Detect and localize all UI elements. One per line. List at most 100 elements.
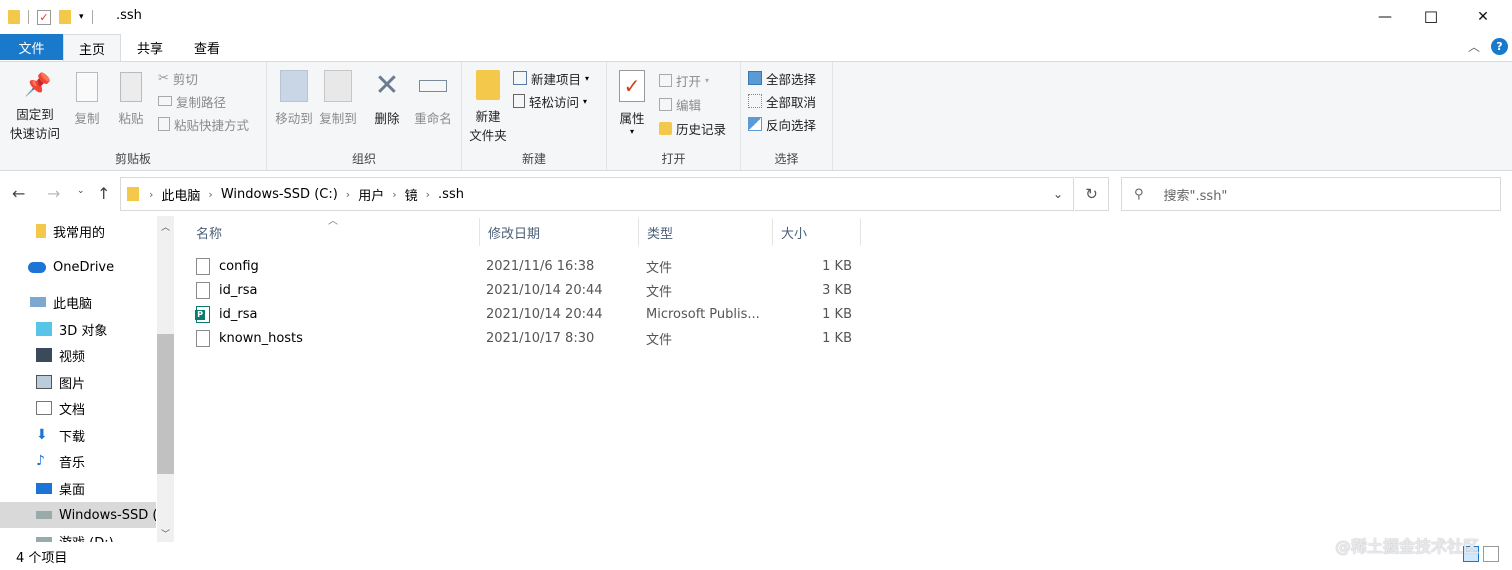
- breadcrumb-ssh[interactable]: .ssh: [432, 187, 470, 202]
- file-row[interactable]: Pid_rsa 2021/10/14 20:44 Microsoft Publi…: [186, 302, 860, 326]
- collapse-ribbon-icon[interactable]: ︿: [1468, 38, 1480, 55]
- scroll-up-icon[interactable]: ︿: [157, 220, 174, 233]
- address-bar[interactable]: › 此电脑 › Windows-SSD (C:) › 用户 › 镜 › .ssh…: [120, 177, 1074, 211]
- folder-icon: [476, 70, 500, 100]
- column-header-name[interactable]: 名称: [188, 218, 480, 246]
- customize-qat-icon[interactable]: ▾: [79, 12, 84, 22]
- clipboard-group-label: 剪贴板: [114, 152, 151, 166]
- nav-scrollbar-thumb[interactable]: [157, 334, 174, 474]
- drive-icon: [36, 537, 52, 542]
- file-row[interactable]: known_hosts 2021/10/17 8:30 文件 1 KB: [186, 326, 860, 350]
- move-to-button[interactable]: 移动到: [272, 70, 316, 127]
- nav-label: 图片: [59, 376, 86, 392]
- forward-arrow-icon: →: [47, 184, 61, 203]
- new-folder-button[interactable]: 新建 文件夹: [466, 70, 510, 144]
- column-header-type[interactable]: 类型: [639, 218, 773, 246]
- help-icon[interactable]: ?: [1491, 38, 1508, 55]
- nav-label: 游戏 (D:): [59, 532, 114, 543]
- computer-icon: [30, 297, 46, 307]
- select-none-label: 全部取消: [766, 94, 817, 110]
- column-header-date[interactable]: 修改日期: [480, 218, 639, 246]
- close-button[interactable]: ✕: [1460, 0, 1506, 34]
- nav-label: 下载: [59, 429, 86, 445]
- up-arrow-icon: ↑: [97, 184, 111, 203]
- nav-item-windows-ssd[interactable]: Windows-SSD (: [0, 502, 156, 528]
- new-folder-icon[interactable]: [59, 10, 71, 24]
- nav-item-desktop[interactable]: 桌面: [0, 475, 156, 501]
- file-date: 2021/10/17 8:30: [486, 330, 595, 346]
- nav-item-videos[interactable]: 视频: [0, 342, 156, 368]
- nav-item-downloads[interactable]: ⬇ 下载: [0, 422, 156, 448]
- nav-item-games-d[interactable]: 游戏 (D:): [0, 528, 156, 542]
- easy-access-button[interactable]: 轻松访问 ▾: [513, 91, 589, 111]
- file-row[interactable]: config 2021/11/6 16:38 文件 1 KB: [186, 254, 860, 278]
- scissors-icon: ✂: [158, 70, 169, 86]
- dropdown-icon: ▾: [629, 127, 634, 136]
- copy-path-button[interactable]: 复制路径: [158, 91, 249, 111]
- nav-item-onedrive[interactable]: OneDrive: [0, 254, 156, 280]
- cut-button[interactable]: ✂ 剪切: [158, 68, 249, 88]
- open-group-label: 打开: [661, 152, 686, 166]
- scroll-down-icon[interactable]: ﹀: [157, 527, 174, 540]
- nav-item-music[interactable]: ♪ 音乐: [0, 448, 156, 474]
- tab-share[interactable]: 共享: [126, 34, 174, 60]
- open-icon: [659, 73, 672, 87]
- open-button[interactable]: 打开 ▾: [659, 70, 726, 90]
- file-row[interactable]: id_rsa 2021/10/14 20:44 文件 3 KB: [186, 278, 860, 302]
- up-button[interactable]: ↑: [97, 184, 110, 203]
- select-group: 全部选择 全部取消 反向选择 选择: [741, 62, 833, 170]
- select-none-button[interactable]: 全部取消: [748, 91, 816, 111]
- nav-item-quick-access[interactable]: 我常用的: [0, 218, 156, 244]
- copy-to-button[interactable]: 复制到: [316, 70, 360, 127]
- history-icon: [659, 121, 672, 135]
- file-name: id_rsa: [219, 282, 258, 298]
- minimize-button[interactable]: —: [1362, 0, 1408, 34]
- edit-button[interactable]: 编辑: [659, 94, 726, 114]
- new-item-button[interactable]: 新建项目 ▾: [513, 68, 589, 88]
- file-size: 1 KB: [822, 306, 852, 322]
- pin-quick-access-button[interactable]: 📌 固定到 快速访问: [6, 72, 64, 142]
- paste-shortcut-button[interactable]: 粘贴快捷方式: [158, 114, 249, 134]
- select-all-button[interactable]: 全部选择: [748, 68, 816, 88]
- file-type: Microsoft Publis...: [646, 306, 760, 322]
- delete-button[interactable]: ✕ 删除: [367, 70, 407, 127]
- history-button[interactable]: 历史记录: [659, 118, 726, 138]
- refresh-button[interactable]: ↻: [1075, 177, 1109, 211]
- invert-selection-button[interactable]: 反向选择: [748, 114, 816, 134]
- close-icon: ✕: [1477, 9, 1489, 25]
- nav-item-this-pc[interactable]: 此电脑: [0, 289, 156, 315]
- tab-view[interactable]: 查看: [184, 34, 230, 60]
- cloud-icon: [28, 261, 46, 273]
- nav-item-documents[interactable]: 文档: [0, 395, 156, 421]
- nav-item-3d-objects[interactable]: 3D 对象: [0, 316, 156, 342]
- address-dropdown-icon[interactable]: ⌄: [1053, 187, 1063, 201]
- breadcrumb-drive-c[interactable]: Windows-SSD (C:): [215, 187, 344, 202]
- tab-file[interactable]: 文件: [0, 34, 63, 60]
- breadcrumb-user[interactable]: 镜: [399, 185, 424, 204]
- rename-button[interactable]: 重命名: [411, 70, 455, 127]
- drive-icon: [36, 511, 52, 519]
- tab-home[interactable]: 主页: [63, 34, 121, 62]
- nav-label: Windows-SSD (: [59, 507, 156, 523]
- properties-icon[interactable]: ✓: [37, 9, 51, 25]
- maximize-button[interactable]: ☐: [1408, 0, 1454, 34]
- properties-label: 属性: [619, 111, 645, 126]
- nav-label: 音乐: [59, 455, 86, 471]
- paste-button[interactable]: 粘贴: [112, 72, 150, 127]
- pin-label-1: 固定到: [16, 107, 54, 122]
- nav-item-pictures[interactable]: 图片: [0, 369, 156, 395]
- back-button[interactable]: ←: [12, 184, 25, 203]
- pictures-icon: [36, 375, 52, 389]
- recent-locations-button[interactable]: ⌄: [77, 186, 85, 196]
- large-icons-view-icon[interactable]: [1483, 546, 1499, 562]
- copy-button[interactable]: 复制: [68, 72, 106, 127]
- delete-icon: ✕: [374, 68, 400, 103]
- forward-button[interactable]: →: [47, 184, 60, 203]
- search-box[interactable]: ⚲ 搜索".ssh": [1121, 177, 1501, 211]
- breadcrumb-users[interactable]: 用户: [352, 185, 390, 204]
- select-group-label: 选择: [774, 152, 799, 166]
- column-header-size[interactable]: 大小: [773, 218, 861, 246]
- breadcrumb-this-pc[interactable]: 此电脑: [155, 185, 206, 204]
- file-type: 文件: [646, 332, 673, 348]
- properties-button[interactable]: ✓ 属性 ▾: [615, 70, 649, 136]
